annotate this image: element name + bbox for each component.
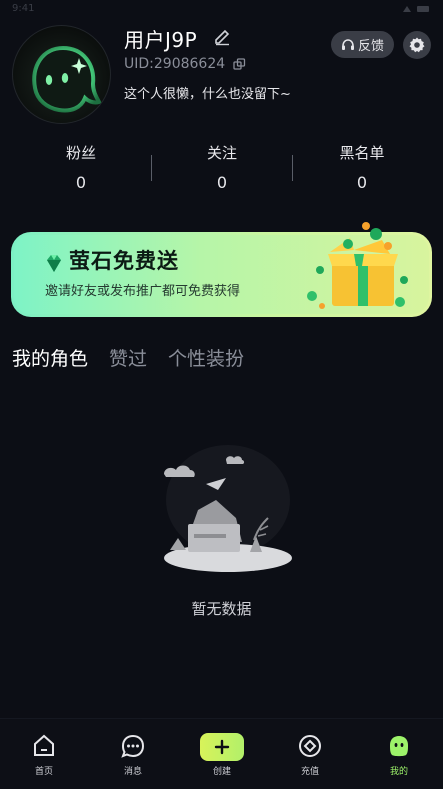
nav-label: 充值: [300, 767, 319, 777]
stat-blacklist[interactable]: 黑名单 0: [312, 142, 412, 192]
tab-my-characters[interactable]: 我的角色: [12, 344, 88, 374]
gear-icon: [409, 37, 425, 53]
nav-create[interactable]: 创建: [192, 733, 252, 777]
stat-value: 0: [75, 173, 87, 192]
settings-button[interactable]: [403, 31, 431, 59]
stat-divider: [292, 155, 293, 181]
avatar[interactable]: [12, 25, 111, 124]
nav-recharge[interactable]: 充值: [280, 733, 340, 777]
promo-banner[interactable]: 萤石免费送 邀请好友或发布推广都可免费获得: [11, 222, 432, 317]
stat-value: 0: [356, 173, 368, 192]
copy-icon[interactable]: [233, 58, 246, 71]
nav-label: 首页: [34, 767, 53, 777]
uid-text: UID:29086624: [124, 56, 226, 72]
stat-divider: [151, 155, 152, 181]
create-button[interactable]: [200, 733, 244, 761]
home-icon: [34, 734, 54, 756]
edit-icon[interactable]: [213, 28, 231, 46]
bio-text: 这个人很懒，什么也没留下~: [124, 87, 291, 102]
status-time: 9:41: [12, 3, 35, 14]
nav-home[interactable]: 首页: [14, 733, 74, 777]
nav-label: 我的: [389, 767, 408, 777]
tab-customization[interactable]: 个性装扮: [168, 344, 244, 374]
feedback-button[interactable]: 反馈: [331, 31, 394, 58]
stat-label: 黑名单: [339, 144, 385, 162]
recharge-icon: [299, 735, 321, 757]
signal-battery-icon: [403, 6, 429, 12]
stat-label: 关注: [206, 144, 237, 162]
empty-state-illustration: [164, 445, 292, 572]
gift-box-icon: [307, 222, 408, 309]
status-bar: 9:41: [0, 0, 443, 20]
stat-fans[interactable]: 粉丝 0: [31, 142, 131, 192]
content-tabs: 我的角色 赞过 个性装扮: [12, 344, 244, 374]
promo-subtitle: 邀请好友或发布推广都可免费获得: [45, 284, 241, 299]
empty-state-text: 暂无数据: [191, 600, 252, 618]
stat-following[interactable]: 关注 0: [172, 142, 272, 192]
nav-label: 创建: [212, 767, 231, 777]
feedback-label: 反馈: [357, 39, 384, 54]
nav-profile[interactable]: 我的: [369, 733, 429, 777]
promo-title: 萤石免费送: [69, 249, 179, 273]
nav-messages[interactable]: 消息: [103, 733, 163, 777]
profile-icon: [390, 736, 408, 757]
tab-liked[interactable]: 赞过: [109, 344, 147, 374]
nav-label: 消息: [123, 767, 142, 777]
stat-label: 粉丝: [65, 144, 96, 162]
plus-icon: [214, 739, 230, 755]
bottom-nav: 首页 消息 创建 充值 我的: [0, 718, 443, 789]
gem-icon: [47, 255, 61, 272]
stat-value: 0: [216, 173, 228, 192]
message-icon: [121, 734, 145, 758]
ghost-avatar-icon: [32, 45, 102, 113]
user-name: 用户J9P: [124, 28, 198, 52]
headset-icon: [341, 38, 354, 50]
